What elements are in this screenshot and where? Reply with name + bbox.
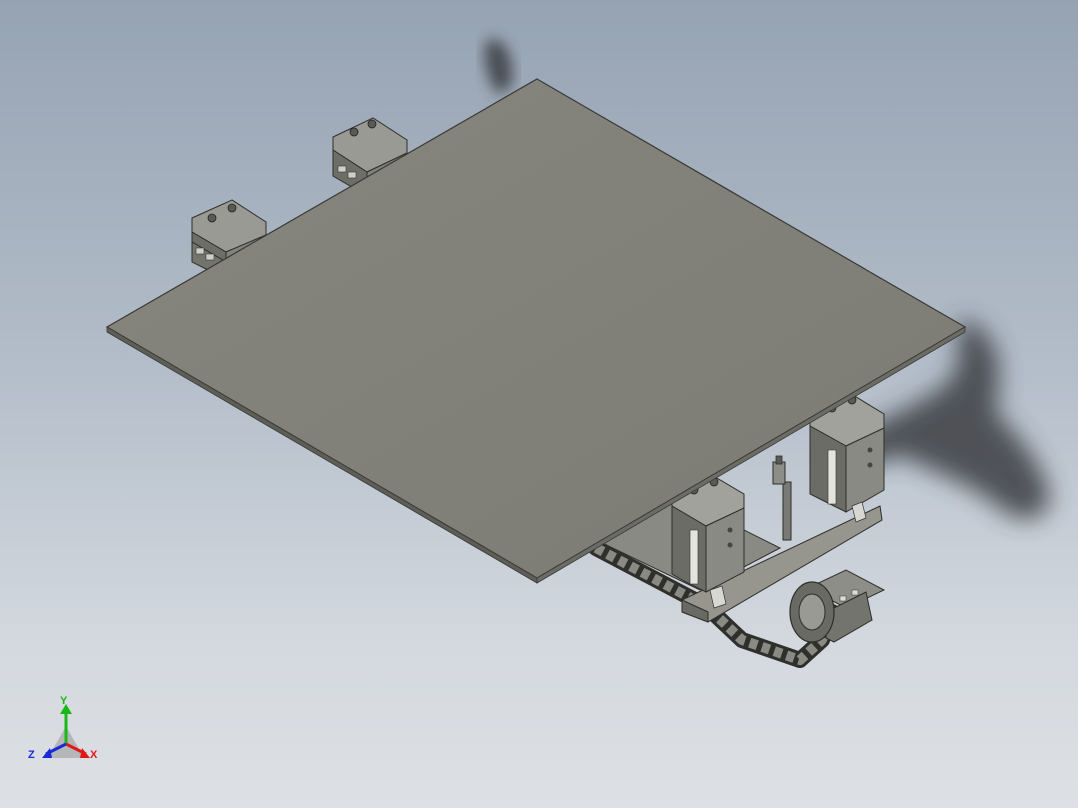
3d-viewport[interactable]: Y X Z	[0, 0, 1078, 808]
view-orientation-triad[interactable]: Y X Z	[24, 692, 108, 772]
sensor-post	[772, 455, 792, 541]
triad-x-label: X	[90, 749, 98, 761]
triad-z-label: Z	[28, 749, 35, 761]
triad-y-label: Y	[60, 695, 68, 707]
motor-drive-unit[interactable]	[789, 569, 886, 643]
cad-model-scene[interactable]	[0, 0, 1078, 808]
